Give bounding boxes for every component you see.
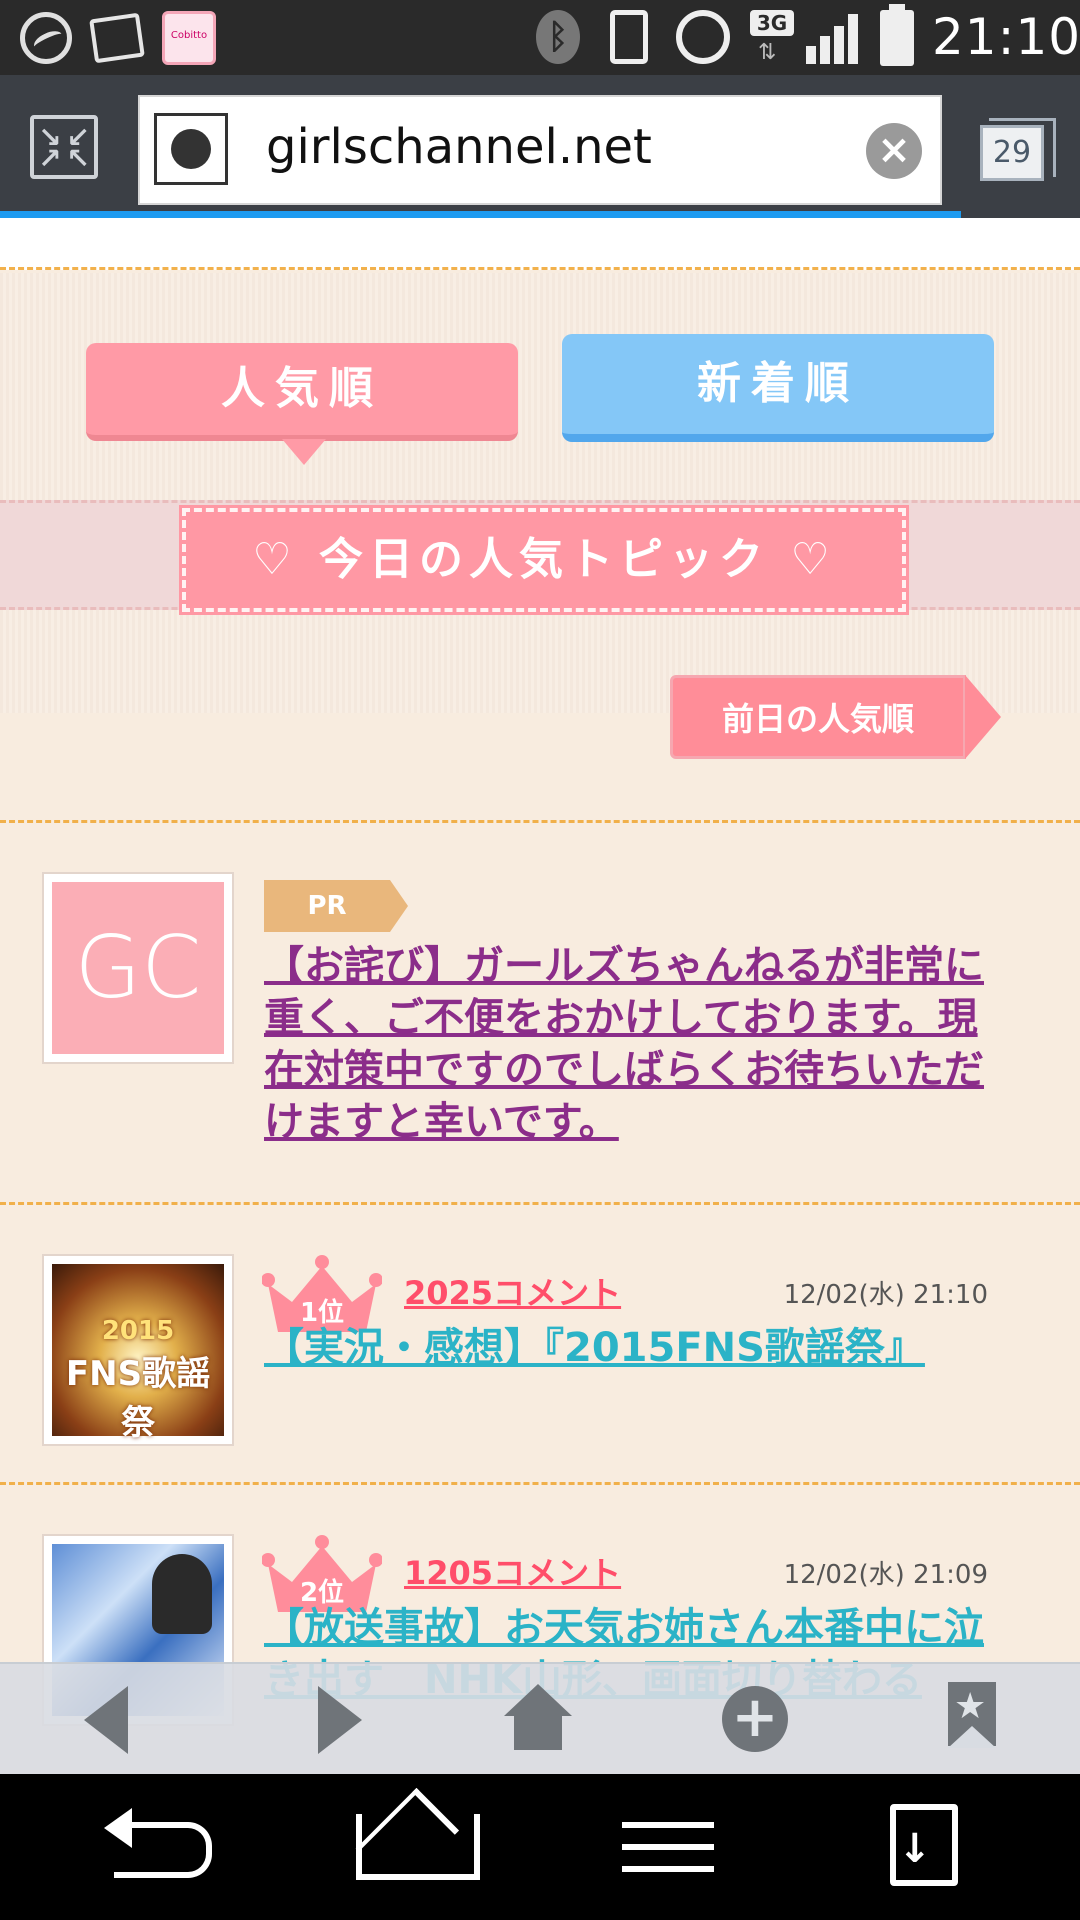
rank-crown-icon: 1位 [262, 1254, 382, 1332]
url-text[interactable]: girlschannel.net [266, 119, 652, 175]
pr-thumbnail[interactable]: GC [42, 872, 234, 1064]
globe-icon [154, 113, 228, 185]
status-bar: Cobitto ᛒ 3G ⇅ 21:10 [0, 0, 1080, 75]
app-launcher-icon [20, 12, 72, 64]
tab-popular[interactable]: 人気順 [86, 343, 518, 465]
back-icon[interactable] [72, 1682, 148, 1758]
cobitto-app-label: Cobitto [170, 30, 208, 41]
nav-download-icon[interactable]: ↓ [888, 1804, 1008, 1890]
home-icon[interactable] [500, 1682, 576, 1758]
page-load-progress [0, 211, 962, 218]
3g-icon: 3G [750, 10, 794, 36]
vibrate-icon [610, 10, 648, 64]
tabs-button[interactable]: 29 [980, 118, 1056, 181]
divider [0, 1202, 1080, 1205]
nav-home-icon[interactable] [352, 1804, 480, 1890]
add-icon[interactable]: + [718, 1682, 794, 1758]
forward-icon[interactable] [298, 1682, 374, 1758]
comment-count-link[interactable]: 1205コメント [404, 1548, 621, 1594]
heart-icon: ♡ [790, 534, 836, 585]
tab-new[interactable]: 新着順 [562, 334, 994, 442]
rank-crown-icon: 2位 [262, 1534, 382, 1612]
prev-day-ranking-button[interactable]: 前日の人気順 [670, 675, 1001, 759]
data-arrows-icon: ⇅ [758, 40, 777, 65]
clear-url-icon[interactable]: × [866, 123, 922, 179]
section-title: 今日の人気トピック [319, 534, 769, 585]
pr-title-link[interactable]: 【お詫び】ガールズちゃんねるが非常に重く、ご不便をおかけしております。現在対策中… [264, 940, 994, 1148]
post-date: 12/02(水) 21:10 [783, 1280, 988, 1310]
comment-count-link[interactable]: 2025コメント [404, 1268, 621, 1314]
section-title-ribbon: ♡ 今日の人気トピック ♡ [179, 505, 909, 615]
nav-menu-icon[interactable] [608, 1804, 728, 1890]
battery-icon [880, 4, 914, 66]
clock: 21:10 [932, 8, 1080, 66]
download-glyph: ↓ [898, 1826, 932, 1872]
shrink-icon[interactable]: ↘ ↙ ↗ ↖ [30, 115, 98, 179]
photo-app-icon [89, 12, 145, 64]
cobitto-app-icon: Cobitto [162, 11, 216, 65]
topic-thumbnail[interactable]: 2015 FNS歌謡祭 [42, 1254, 234, 1446]
heart-icon: ♡ [252, 534, 298, 585]
post-date: 12/02(水) 21:09 [783, 1560, 988, 1590]
divider [0, 820, 1080, 823]
gc-logo: GC [52, 882, 224, 1054]
fns-thumb-text: FNS歌謡祭 [65, 1354, 211, 1443]
address-bar: ↘ ↙ ↗ ↖ girlschannel.net × 29 [0, 75, 1080, 218]
system-nav-bar: ↓ [0, 1774, 1080, 1920]
topic-title-link[interactable]: 【実況・感想】『2015FNS歌謡祭』 [264, 1322, 994, 1374]
alarm-icon [676, 10, 730, 64]
pr-badge: PR [264, 880, 408, 932]
bookmark-star: ★ [954, 1686, 987, 1727]
url-field[interactable]: girlschannel.net × [138, 95, 942, 205]
signal-icon [806, 14, 862, 64]
browser-toolbar: + ★ [0, 1662, 1080, 1774]
nav-back-icon[interactable] [100, 1804, 220, 1890]
bookmark-icon[interactable]: ★ [942, 1682, 1018, 1758]
fns-thumbnail-image: 2015 FNS歌謡祭 [52, 1264, 224, 1443]
fns-thumb-year: 2015 [101, 1316, 175, 1346]
add-glyph: + [722, 1686, 788, 1752]
bluetooth-icon: ᛒ [536, 10, 580, 64]
divider [0, 1482, 1080, 1485]
web-page: 人気順 新着順 ♡ 今日の人気トピック ♡ 前日の人気順 GC PR 【お詫び】… [0, 218, 1080, 1774]
page-top-strip [0, 218, 1080, 270]
